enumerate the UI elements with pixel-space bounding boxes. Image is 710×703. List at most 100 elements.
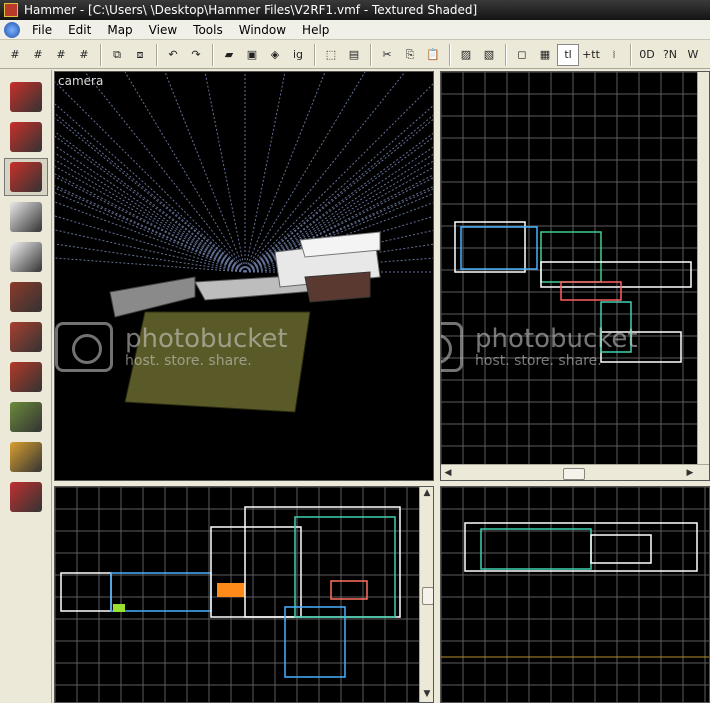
toolbar: # # # # ⧉ ⧈ ↶ ↷ ▰ ▣ ◈ ig ⬚ ▤ ✂ ⎘ 📋 ▨ ▧ ◻ ▦ tl +tt ⧘ 0D ?N W	[0, 41, 710, 69]
scrollbar-thumb[interactable]	[563, 468, 585, 480]
brush-outline	[110, 572, 212, 612]
texture-lock-2-icon[interactable]: tl	[557, 43, 579, 66]
menu-edit[interactable]: Edit	[60, 20, 99, 40]
grid-toggle-icon[interactable]: #	[73, 44, 95, 66]
ignore-groups-icon[interactable]: ig	[287, 44, 309, 66]
brush-outline	[330, 580, 368, 600]
scroll-up-arrow-icon[interactable]: ▲	[420, 488, 433, 498]
scroll-left-arrow-icon[interactable]: ◀	[441, 468, 455, 478]
autosize-icon[interactable]: +tt	[580, 44, 602, 66]
side-2d-viewport[interactable]	[440, 486, 710, 703]
brush-outline	[60, 572, 112, 612]
brush-solid	[113, 604, 125, 612]
edit-icon[interactable]: ▤	[343, 44, 365, 66]
toolbar-separator	[314, 43, 316, 66]
carve-icon[interactable]: ▰	[218, 44, 240, 66]
camera-viewport[interactable]: camera photobucket host. store. share.	[54, 71, 434, 481]
hollow-icon[interactable]: ▣	[241, 44, 263, 66]
brush-solid	[217, 583, 245, 597]
block-tool[interactable]	[4, 238, 48, 276]
vertex-tool-icon	[10, 482, 42, 512]
scrollbar-thumb[interactable]	[422, 587, 433, 605]
menu-view[interactable]: View	[141, 20, 185, 40]
compile-icon[interactable]: ⧘	[603, 44, 625, 66]
horizontal-scrollbar[interactable]: ◀ ▶	[441, 464, 709, 480]
brush-outline	[600, 301, 632, 353]
decal-tool[interactable]	[4, 358, 48, 396]
top-2d-viewport[interactable]: ◀ ▶ photobucket host. store. share.	[440, 71, 710, 481]
bounding-box-icon[interactable]: ◻	[511, 44, 533, 66]
brush-outline	[294, 516, 396, 618]
vertex-tool[interactable]	[4, 478, 48, 516]
copy-icon[interactable]: ⎘	[399, 44, 421, 66]
entity-tool-icon	[10, 202, 42, 232]
grid-larger-icon[interactable]: #	[50, 44, 72, 66]
front-view-grid	[55, 487, 419, 702]
skybox-grid-line	[55, 81, 246, 273]
menu-file[interactable]: File	[24, 20, 60, 40]
side-view-grid	[441, 487, 709, 702]
apply-texture-tool[interactable]	[4, 318, 48, 356]
ungroup-icon[interactable]: ⧈	[129, 44, 151, 66]
toolbar-separator	[505, 43, 507, 66]
skybox-grid-line	[55, 165, 246, 273]
magnify-tool[interactable]	[4, 118, 48, 156]
hide-icon[interactable]: ▨	[455, 44, 477, 66]
run-map-icon[interactable]: ?N	[659, 44, 681, 66]
group-icon[interactable]: ⧉	[106, 44, 128, 66]
ground-brush	[124, 311, 311, 413]
skybox-grid-line	[55, 176, 246, 273]
paste-icon[interactable]: 📋	[422, 44, 444, 66]
brush-outline	[560, 281, 622, 301]
clip-tool[interactable]	[4, 438, 48, 476]
vertical-scrollbar[interactable]	[697, 72, 709, 464]
selection-tool[interactable]	[4, 78, 48, 116]
scroll-down-arrow-icon[interactable]: ▼	[420, 689, 433, 699]
menu-map[interactable]: Map	[99, 20, 140, 40]
skybox-grid-line	[55, 173, 246, 273]
toolbar-separator	[212, 43, 214, 66]
toggle-3d-icon[interactable]: 0D	[636, 44, 658, 66]
title-bar: Hammer - [C:\Users\ \Desktop\Hammer File…	[0, 0, 710, 20]
document-icon[interactable]	[4, 21, 20, 38]
wall-brush-left	[109, 276, 196, 318]
overlay-tool[interactable]	[4, 398, 48, 436]
magnify-tool-icon	[10, 122, 42, 152]
undo-icon[interactable]: ↶	[162, 44, 184, 66]
brush-outline	[540, 261, 692, 288]
grid-smaller-icon[interactable]: #	[27, 44, 49, 66]
clip-tool-icon	[10, 442, 42, 472]
vmf-icon[interactable]: W	[682, 44, 704, 66]
entity-report-icon[interactable]: ▦	[534, 44, 556, 66]
redo-icon[interactable]: ↷	[185, 44, 207, 66]
menu-bar: File Edit Map View Tools Window Help	[0, 20, 710, 40]
camera-tool[interactable]	[4, 158, 48, 196]
window-title: Hammer - [C:\Users\ \Desktop\Hammer File…	[24, 3, 478, 17]
vertical-scrollbar[interactable]: ▲ ▼	[419, 487, 433, 702]
texture-lock-icon[interactable]: ◈	[264, 44, 286, 66]
toolbar-separator	[370, 43, 372, 66]
front-2d-viewport[interactable]: ▲ ▼	[54, 486, 434, 703]
brush-outline	[464, 522, 698, 572]
brush-outline	[210, 526, 302, 618]
skybox-grid-line	[55, 152, 246, 273]
grid-icon[interactable]: #	[4, 44, 26, 66]
camera-tool-icon	[10, 162, 42, 192]
menu-help[interactable]: Help	[294, 20, 337, 40]
cut-icon[interactable]: ✂	[376, 44, 398, 66]
select-icon[interactable]: ⬚	[320, 44, 342, 66]
texture-application-tool[interactable]	[4, 278, 48, 316]
brush-outline	[454, 221, 526, 273]
skybox-grid-line	[55, 185, 246, 273]
scroll-right-arrow-icon[interactable]: ▶	[683, 468, 697, 478]
skybox-grid-line	[55, 145, 246, 273]
skybox-grid-line	[124, 72, 246, 273]
menu-window[interactable]: Window	[231, 20, 294, 40]
block-tool-icon	[10, 242, 42, 272]
menu-tools[interactable]: Tools	[185, 20, 231, 40]
entity-tool[interactable]	[4, 198, 48, 236]
skybox-grid-line	[55, 159, 246, 273]
show-icon[interactable]: ▧	[478, 44, 500, 66]
toolbar-separator	[100, 43, 102, 66]
tool-palette	[0, 70, 52, 703]
